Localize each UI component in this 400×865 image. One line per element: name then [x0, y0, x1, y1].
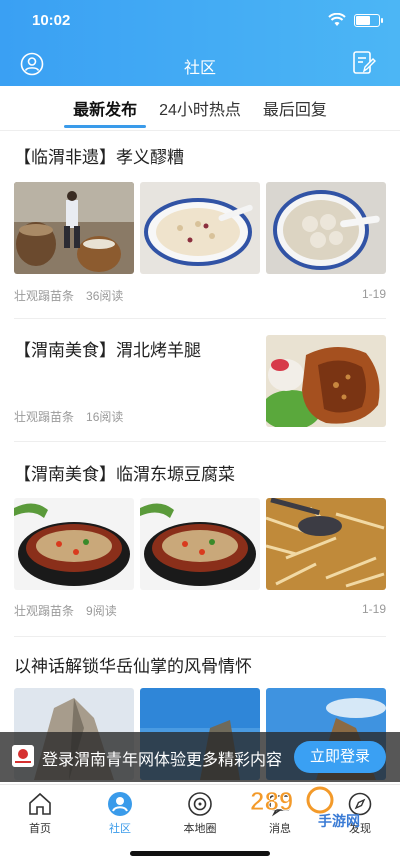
app-logo-icon — [12, 745, 34, 767]
bottom-tab-local-circle[interactable]: 本地圈 — [160, 785, 240, 840]
post-title[interactable]: 【临渭非遗】孝义醪糟 — [14, 143, 386, 168]
post-views: 16阅读 — [86, 410, 124, 424]
bottom-tab-label: 发现 — [349, 823, 371, 835]
post-meta: 壮观蹋苗条 9阅读 1-19 — [14, 602, 386, 619]
post-item[interactable]: 【渭南美食】临渭东塬豆腐菜 壮观蹋苗条 9阅读 1-19 — [14, 460, 386, 620]
message-icon — [269, 795, 291, 817]
post-author: 壮观蹋苗条 — [14, 604, 75, 618]
post-date: 1-19 — [361, 287, 386, 301]
bottom-tab-home[interactable]: 首页 — [0, 785, 80, 840]
nav-bar: 社区 — [0, 44, 400, 84]
post-item[interactable]: 以神话解锁华岳仙掌的风骨情怀 — [14, 652, 386, 780]
battery-icon — [354, 13, 383, 27]
post-views: 9阅读 — [86, 604, 117, 618]
post-thumbnails — [14, 498, 386, 590]
tab-last-reply[interactable]: 最后回复 — [252, 86, 338, 130]
tabs-divider — [0, 130, 400, 131]
post-image[interactable] — [266, 335, 386, 427]
bottom-tab-label: 本地圈 — [183, 823, 217, 835]
bottom-tab-label: 消息 — [269, 823, 291, 835]
bottom-tab-bar: 首页 社区 本地圈 消息 发现 — [0, 784, 400, 840]
status-icons — [328, 13, 383, 27]
login-banner: 登录渭南青年网体验更多精彩内容 立即登录 — [0, 732, 400, 782]
status-time: 10:02 — [32, 12, 71, 29]
post-divider — [14, 636, 386, 637]
page-title: 社区 — [183, 60, 216, 77]
app-header: 10:02 社区 — [0, 0, 400, 86]
post-image[interactable] — [14, 182, 134, 274]
home-indicator — [130, 851, 270, 856]
bottom-tab-messages[interactable]: 消息 — [240, 785, 320, 840]
post-divider — [14, 441, 386, 442]
login-button[interactable]: 立即登录 — [294, 741, 386, 773]
post-image[interactable] — [266, 182, 386, 274]
post-author: 壮观蹋苗条 — [14, 289, 75, 303]
discover-icon — [348, 792, 372, 816]
bottom-tab-discover[interactable]: 发现 — [320, 785, 400, 840]
login-banner-text: 登录渭南青年网体验更多精彩内容 — [42, 752, 283, 769]
post-item[interactable]: 【渭南美食】渭北烤羊腿 壮观蹋苗条 16阅读 — [14, 335, 386, 427]
post-thumbnails — [14, 182, 386, 274]
post-author: 壮观蹋苗条 — [14, 410, 75, 424]
wifi-icon — [328, 13, 346, 26]
post-meta: 壮观蹋苗条 36阅读 1-19 — [14, 287, 386, 304]
post-divider — [14, 318, 386, 319]
post-views: 36阅读 — [86, 289, 124, 303]
post-item[interactable]: 【临渭非遗】孝义醪糟 壮观蹋苗条 36阅读 1-19 — [14, 143, 386, 303]
status-bar: 10:02 — [0, 0, 400, 40]
post-date: 1-19 — [361, 602, 386, 616]
feed-tabs: 最新发布 24小时热点 最后回复 — [0, 86, 400, 130]
post-image[interactable] — [140, 498, 260, 590]
community-icon — [108, 792, 132, 816]
bottom-tab-label: 社区 — [109, 823, 131, 835]
post-title[interactable]: 【渭南美食】临渭东塬豆腐菜 — [14, 460, 386, 485]
local-circle-icon — [188, 792, 212, 816]
post-image[interactable] — [14, 498, 134, 590]
tab-latest[interactable]: 最新发布 — [62, 86, 148, 130]
post-image[interactable] — [140, 182, 260, 274]
post-image[interactable] — [266, 498, 386, 590]
bottom-tab-label: 首页 — [29, 823, 51, 835]
tab-24h-hot[interactable]: 24小时热点 — [148, 86, 252, 130]
home-icon — [29, 792, 51, 815]
compose-post-icon[interactable] — [352, 50, 376, 76]
bottom-tab-community[interactable]: 社区 — [80, 785, 160, 840]
post-title[interactable]: 以神话解锁华岳仙掌的风骨情怀 — [14, 652, 386, 677]
post-meta: 壮观蹋苗条 16阅读 — [14, 408, 254, 425]
